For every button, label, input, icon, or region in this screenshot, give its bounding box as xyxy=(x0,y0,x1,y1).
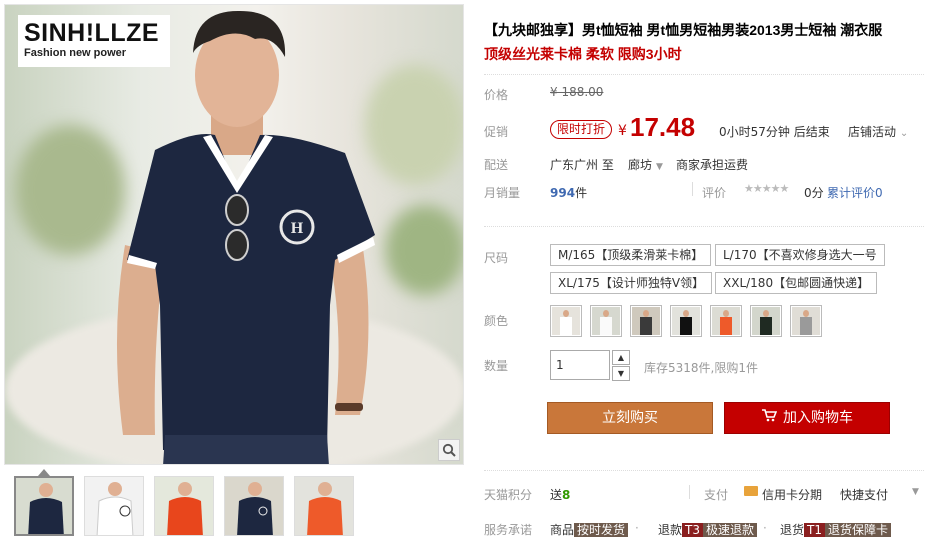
color-option-6[interactable] xyxy=(750,305,782,337)
points-label: 天猫积分 xyxy=(484,488,533,502)
ship-to-city: 廊坊 xyxy=(628,158,653,172)
shipping-fee: 商家承担运费 xyxy=(676,158,749,172)
service-goods-badge: 按时发货 xyxy=(574,523,629,537)
service-exchange: 退货 T1 退货保障卡 xyxy=(780,521,891,538)
shop-promo-dropdown[interactable]: 店铺活动 ⌄ xyxy=(848,123,908,140)
color-option-3[interactable] xyxy=(630,305,662,337)
thumbnail-2[interactable] xyxy=(84,476,144,536)
quantity-increase-icon[interactable]: ▲ xyxy=(612,350,630,365)
points-give: 送 xyxy=(550,488,563,502)
divider xyxy=(484,74,924,75)
quantity-input[interactable]: 1 xyxy=(550,350,610,380)
service-goods: 商品 按时发货 xyxy=(550,521,629,538)
thumbnail-4[interactable] xyxy=(224,476,284,536)
buy-now-button[interactable]: 立刻购买 xyxy=(547,402,713,434)
countdown-timer: 0小时57分钟 后结束 xyxy=(719,125,830,139)
divider xyxy=(692,182,693,196)
shipping-label: 配送 xyxy=(484,158,509,172)
rating-label: 评价 xyxy=(702,186,727,200)
shop-promo-label: 店铺活动 xyxy=(848,125,897,139)
color-option-2[interactable] xyxy=(590,305,622,337)
zoom-icon[interactable] xyxy=(438,439,460,461)
caret-down-icon: ▼ xyxy=(656,162,663,172)
payment-label: 支付 xyxy=(704,488,729,502)
credit-card-icon xyxy=(744,486,758,496)
promo-tag: 限时打折 xyxy=(550,120,613,139)
service-return-text: 退款 xyxy=(658,523,683,537)
credit-installment[interactable]: 信用卡分期 xyxy=(762,486,822,503)
size-label: 尺码 xyxy=(484,251,509,265)
size-option-xxl[interactable]: XXL/180【包邮圆通快递】 xyxy=(715,272,878,294)
stock-info: 库存5318件,限购1件 xyxy=(644,361,758,375)
add-to-cart-label: 加入购物车 xyxy=(783,410,853,426)
cart-icon xyxy=(761,403,778,433)
brand-tagline: Fashion new power xyxy=(24,47,127,59)
monthly-sales: 994件 xyxy=(550,184,587,201)
thumbnail-1[interactable] xyxy=(14,476,74,536)
promo-price: 17.48 xyxy=(630,112,696,142)
currency-symbol: ¥ xyxy=(618,123,627,139)
color-option-1[interactable] xyxy=(550,305,582,337)
points-value: 送8 xyxy=(550,486,570,503)
thumbnail-strip xyxy=(14,476,354,536)
color-option-4[interactable] xyxy=(670,305,702,337)
active-thumb-arrow-icon xyxy=(38,469,50,476)
color-label: 颜色 xyxy=(484,314,509,328)
service-return: 退款 T3 极速退款 xyxy=(658,521,757,538)
size-option-m[interactable]: M/165【顶级柔滑莱卡棉】 xyxy=(550,244,712,266)
size-option-l[interactable]: L/170【不喜欢修身选大一号 xyxy=(715,244,885,266)
main-product-image[interactable]: H SINH!LLZE Fashion new power xyxy=(4,4,464,465)
color-option-7[interactable] xyxy=(790,305,822,337)
ship-to-selector[interactable]: 廊坊 ▼ xyxy=(628,156,663,173)
thumbnail-5[interactable] xyxy=(294,476,354,536)
brand-name: SINH!LLZE xyxy=(24,19,160,47)
review-count-link[interactable]: 累计评价0 xyxy=(827,184,883,201)
service-bullet: · xyxy=(763,521,767,535)
add-to-cart-button[interactable]: 加入购物车 xyxy=(724,402,890,434)
sales-label: 月销量 xyxy=(484,186,521,200)
service-exchange-code: T1 xyxy=(804,523,825,537)
promo-label: 促销 xyxy=(484,125,509,139)
service-exchange-badge: 退货保障卡 xyxy=(824,523,891,537)
product-title: 【九块邮独享】男t恤短袖 男t恤男短袖男装2013男士短袖 潮衣服 xyxy=(484,22,883,38)
original-price: ¥ 188.00 xyxy=(550,85,604,99)
chevron-down-icon: ⌄ xyxy=(899,128,909,139)
quantity-decrease-icon[interactable]: ▼ xyxy=(612,366,630,381)
rating-stars: ★★★★★ xyxy=(744,182,789,195)
sales-count: 994 xyxy=(550,186,576,200)
caret-down-icon[interactable]: ▼ xyxy=(912,487,919,497)
brand-logo: SINH!LLZE Fashion new power xyxy=(18,15,170,67)
service-goods-text: 商品 xyxy=(550,523,575,537)
divider xyxy=(484,470,924,471)
ship-from: 广东广州 至 xyxy=(550,158,614,172)
fast-pay[interactable]: 快捷支付 xyxy=(840,486,888,503)
model-photo: H xyxy=(116,10,375,464)
service-bullet: · xyxy=(635,521,639,535)
rating-score: 0分 xyxy=(804,186,824,200)
sales-unit: 件 xyxy=(575,186,588,200)
divider xyxy=(484,226,924,227)
service-return-code: T3 xyxy=(682,523,703,537)
service-label: 服务承诺 xyxy=(484,523,533,537)
quantity-label: 数量 xyxy=(484,359,509,373)
service-return-badge: 极速退款 xyxy=(702,523,757,537)
product-subtitle: 顶级丝光莱卡棉 柔软 限购3小时 xyxy=(484,46,682,62)
size-option-xl[interactable]: XL/175【设计师独特V领】 xyxy=(550,272,713,294)
svg-text:H: H xyxy=(291,220,304,237)
service-exchange-text: 退货 xyxy=(780,523,805,537)
color-option-5[interactable] xyxy=(710,305,742,337)
thumbnail-3[interactable] xyxy=(154,476,214,536)
points-amount: 8 xyxy=(562,488,571,502)
price-label: 价格 xyxy=(484,88,509,102)
divider xyxy=(689,485,690,499)
